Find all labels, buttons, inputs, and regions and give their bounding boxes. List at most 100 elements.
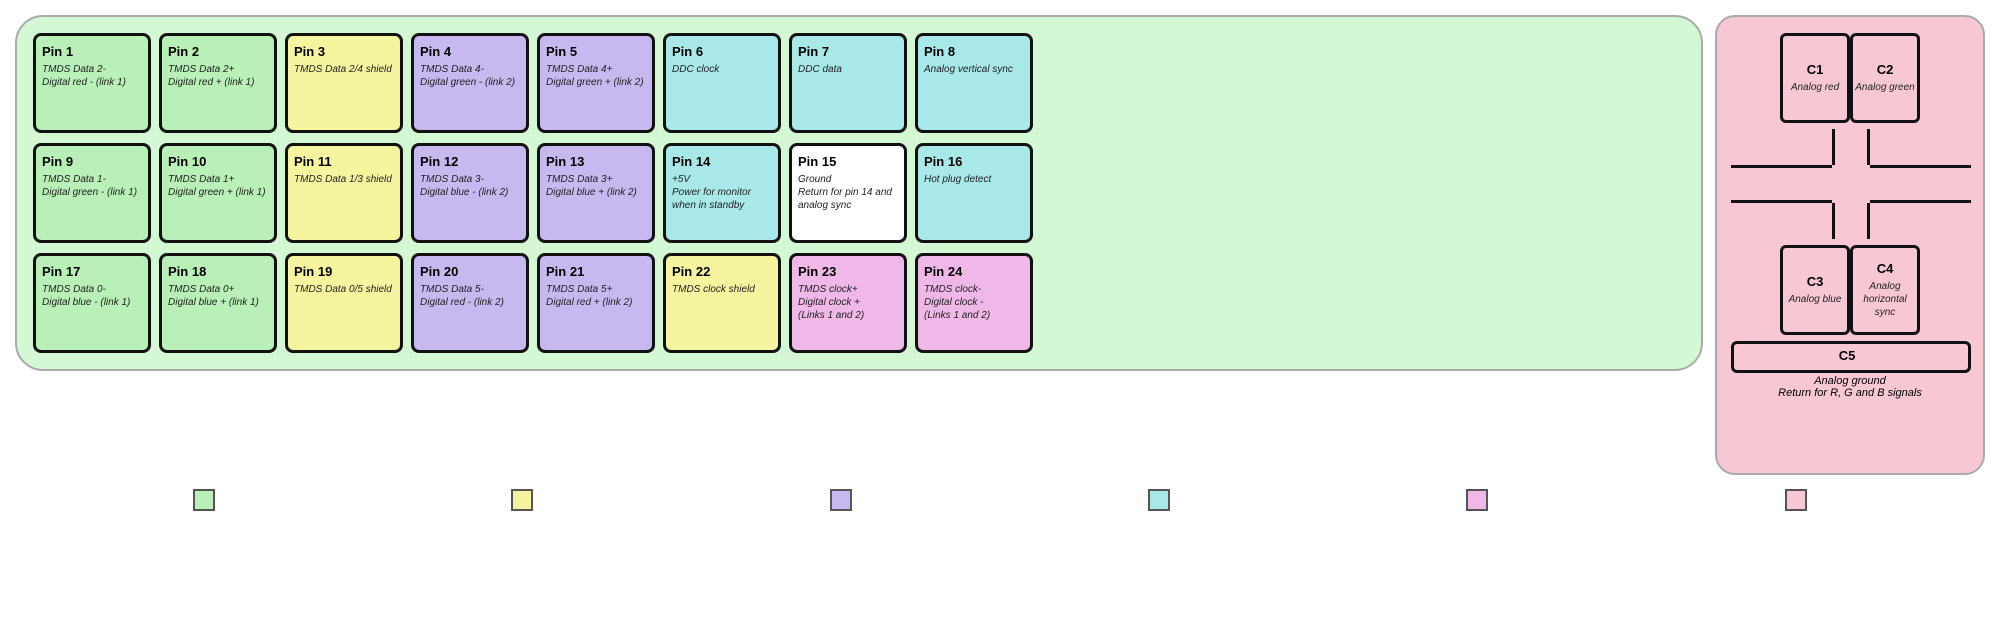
legend-item-legend-rose xyxy=(1785,489,1807,511)
pin-cell-pin3: Pin 3 TMDS Data 2/4 shield xyxy=(285,33,403,133)
pin2-desc: TMDS Data 2+ Digital red + (link 1) xyxy=(168,63,254,89)
legend-square-legend-green xyxy=(193,489,215,511)
pin20-title: Pin 20 xyxy=(420,264,458,279)
pins-row-2: Pin 9 TMDS Data 1- Digital green - (link … xyxy=(33,143,1685,243)
analog-cell-C1: C1 Analog red xyxy=(1780,33,1850,123)
pin15-desc: Ground Return for pin 14 and analog sync xyxy=(798,173,898,212)
pin15-title: Pin 15 xyxy=(798,154,836,169)
C1-desc: Analog red xyxy=(1791,81,1839,94)
legend-square-legend-yellow xyxy=(511,489,533,511)
pins-panel: Pin 1 TMDS Data 2- Digital red - (link 1)… xyxy=(15,15,1703,371)
pin-cell-pin11: Pin 11 TMDS Data 1/3 shield xyxy=(285,143,403,243)
pin18-desc: TMDS Data 0+ Digital blue + (link 1) xyxy=(168,283,259,309)
pin-cell-pin10: Pin 10 TMDS Data 1+ Digital green + (link… xyxy=(159,143,277,243)
pin23-title: Pin 23 xyxy=(798,264,836,279)
legend-row xyxy=(15,489,1985,511)
analog-cross xyxy=(1731,129,1971,239)
legend-item-legend-cyan xyxy=(1148,489,1170,511)
pin-cell-pin17: Pin 17 TMDS Data 0- Digital blue - (link … xyxy=(33,253,151,353)
pin8-title: Pin 8 xyxy=(924,44,955,59)
analog-row-2: C3 Analog blue C4 Analog horizontal sync xyxy=(1780,245,1920,335)
pin17-desc: TMDS Data 0- Digital blue - (link 1) xyxy=(42,283,130,309)
C3-title: C3 xyxy=(1807,274,1824,289)
legend-square-legend-rose xyxy=(1785,489,1807,511)
pin2-title: Pin 2 xyxy=(168,44,199,59)
pin21-title: Pin 21 xyxy=(546,264,584,279)
pin16-desc: Hot plug detect xyxy=(924,173,991,186)
analog-panel: C1Analog redC2Analog greenC3Analog blueC… xyxy=(1715,15,1985,475)
pin-cell-pin23: Pin 23 TMDS clock+ Digital clock + (Links… xyxy=(789,253,907,353)
pin-cell-pin22: Pin 22 TMDS clock shield xyxy=(663,253,781,353)
analog-cell-C5: C5 xyxy=(1731,341,1971,373)
pin-cell-pin2: Pin 2 TMDS Data 2+ Digital red + (link 1) xyxy=(159,33,277,133)
pin10-desc: TMDS Data 1+ Digital green + (link 1) xyxy=(168,173,266,199)
pin9-desc: TMDS Data 1- Digital green - (link 1) xyxy=(42,173,137,199)
pin20-desc: TMDS Data 5- Digital red - (link 2) xyxy=(420,283,504,309)
pin-cell-pin24: Pin 24 TMDS clock- Digital clock - (Links… xyxy=(915,253,1033,353)
pin1-desc: TMDS Data 2- Digital red - (link 1) xyxy=(42,63,126,89)
pin9-title: Pin 9 xyxy=(42,154,73,169)
legend-square-legend-cyan xyxy=(1148,489,1170,511)
pin16-title: Pin 16 xyxy=(924,154,962,169)
pin-cell-pin13: Pin 13 TMDS Data 3+ Digital blue + (link … xyxy=(537,143,655,243)
pin-cell-pin14: Pin 14+5V Power for monitor when in stan… xyxy=(663,143,781,243)
pins-row-1: Pin 1 TMDS Data 2- Digital red - (link 1)… xyxy=(33,33,1685,133)
pin1-title: Pin 1 xyxy=(42,44,73,59)
pin5-title: Pin 5 xyxy=(546,44,577,59)
legend-square-legend-purple xyxy=(830,489,852,511)
pins-row-3: Pin 17 TMDS Data 0- Digital blue - (link … xyxy=(33,253,1685,353)
pin-cell-pin8: Pin 8 Analog vertical sync xyxy=(915,33,1033,133)
legend-item-legend-pink xyxy=(1466,489,1488,511)
pin22-title: Pin 22 xyxy=(672,264,710,279)
legend-item-legend-green xyxy=(193,489,215,511)
pin12-desc: TMDS Data 3- Digital blue - (link 2) xyxy=(420,173,508,199)
pin17-title: Pin 17 xyxy=(42,264,80,279)
C2-desc: Analog green xyxy=(1855,81,1915,94)
pin8-desc: Analog vertical sync xyxy=(924,63,1013,76)
pin-cell-pin15: Pin 15 Ground Return for pin 14 and analo… xyxy=(789,143,907,243)
pin23-desc: TMDS clock+ Digital clock + (Links 1 and… xyxy=(798,283,864,322)
pin-cell-pin6: Pin 6DDC clock xyxy=(663,33,781,133)
legend-item-legend-yellow xyxy=(511,489,533,511)
C1-title: C1 xyxy=(1807,62,1824,77)
C2-title: C2 xyxy=(1877,62,1894,77)
C4-desc: Analog horizontal sync xyxy=(1853,280,1917,319)
pin21-desc: TMDS Data 5+ Digital red + (link 2) xyxy=(546,283,632,309)
analog-cell-C2: C2 Analog green xyxy=(1850,33,1920,123)
pin-cell-pin1: Pin 1 TMDS Data 2- Digital red - (link 1) xyxy=(33,33,151,133)
C5-title: C5 xyxy=(1839,348,1856,363)
legend-square-legend-pink xyxy=(1466,489,1488,511)
pin13-desc: TMDS Data 3+ Digital blue + (link 2) xyxy=(546,173,637,199)
pin11-desc: TMDS Data 1/3 shield xyxy=(294,173,392,186)
pin13-title: Pin 13 xyxy=(546,154,584,169)
pin-cell-pin19: Pin 19 TMDS Data 0/5 shield xyxy=(285,253,403,353)
C4-title: C4 xyxy=(1877,261,1894,276)
pin12-title: Pin 12 xyxy=(420,154,458,169)
pin10-title: Pin 10 xyxy=(168,154,206,169)
pin7-desc: DDC data xyxy=(798,63,842,76)
C5-label: Analog ground Return for R, G and B sign… xyxy=(1778,375,1922,399)
analog-cell-C4: C4 Analog horizontal sync xyxy=(1850,245,1920,335)
pin4-desc: TMDS Data 4- Digital green - (link 2) xyxy=(420,63,515,89)
pin19-desc: TMDS Data 0/5 shield xyxy=(294,283,392,296)
main-container: Pin 1 TMDS Data 2- Digital red - (link 1)… xyxy=(15,15,1985,475)
pin19-title: Pin 19 xyxy=(294,264,332,279)
pin-cell-pin7: Pin 7 DDC data xyxy=(789,33,907,133)
pin-cell-pin12: Pin 12 TMDS Data 3- Digital blue - (link … xyxy=(411,143,529,243)
pin3-desc: TMDS Data 2/4 shield xyxy=(294,63,392,76)
pin6-desc: DDC clock xyxy=(672,63,719,76)
legend-item-legend-purple xyxy=(830,489,852,511)
pin-cell-pin9: Pin 9 TMDS Data 1- Digital green - (link … xyxy=(33,143,151,243)
pin3-title: Pin 3 xyxy=(294,44,325,59)
pin24-title: Pin 24 xyxy=(924,264,962,279)
pin-cell-pin16: Pin 16 Hot plug detect xyxy=(915,143,1033,243)
pin7-title: Pin 7 xyxy=(798,44,829,59)
pin5-desc: TMDS Data 4+ Digital green + (link 2) xyxy=(546,63,644,89)
pin24-desc: TMDS clock- Digital clock - (Links 1 and… xyxy=(924,283,990,322)
pin11-title: Pin 11 xyxy=(294,154,332,169)
analog-cell-C3: C3 Analog blue xyxy=(1780,245,1850,335)
pin-cell-pin5: Pin 5 TMDS Data 4+ Digital green + (link … xyxy=(537,33,655,133)
C3-desc: Analog blue xyxy=(1789,293,1842,306)
analog-row-1: C1 Analog red C2 Analog green xyxy=(1780,33,1920,123)
pin22-desc: TMDS clock shield xyxy=(672,283,755,296)
